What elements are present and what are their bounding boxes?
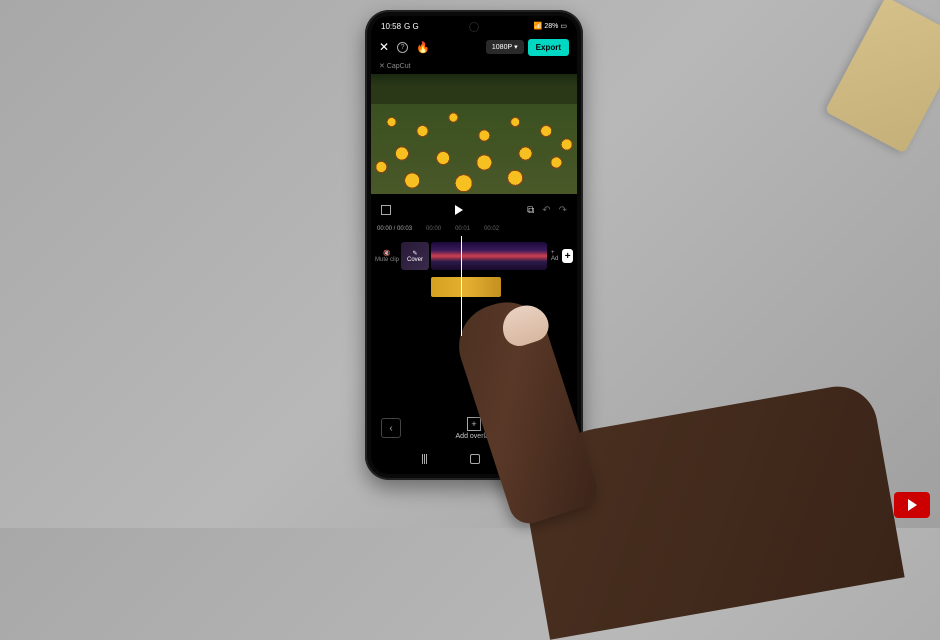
app-top-bar: ✕ ? 🔥 1080P ▾ Export bbox=[371, 34, 577, 60]
background-prop bbox=[825, 0, 940, 154]
help-icon[interactable]: ? bbox=[397, 42, 408, 53]
ruler-tick: 00:00 bbox=[426, 226, 441, 232]
app-logo: ✕ CapCut bbox=[371, 60, 577, 74]
cover-label: Cover bbox=[407, 257, 423, 263]
export-button[interactable]: Export bbox=[528, 39, 569, 56]
redo-icon[interactable]: ↷ bbox=[559, 205, 567, 216]
add-overlay-icon: + bbox=[467, 417, 481, 431]
timeline-ruler: 00:00 / 00:03 00:00 00:01 00:02 bbox=[371, 222, 577, 236]
current-time: 00:00 bbox=[377, 226, 392, 232]
fullscreen-icon[interactable] bbox=[381, 205, 391, 215]
undo-icon[interactable]: ↶ bbox=[542, 205, 550, 216]
youtube-watermark bbox=[894, 492, 930, 518]
status-signal-icon: 📶 bbox=[534, 22, 543, 30]
back-button[interactable]: ‹ bbox=[381, 418, 401, 438]
camera-notch bbox=[469, 22, 479, 32]
pip-icon[interactable]: ⧉ bbox=[527, 205, 534, 216]
battery-icon: ▭ bbox=[560, 22, 567, 30]
overlay-clip[interactable] bbox=[431, 277, 501, 297]
android-nav-bar: ‹ bbox=[371, 448, 577, 470]
main-clip[interactable] bbox=[431, 242, 547, 270]
chevron-down-icon: ▾ bbox=[514, 43, 518, 51]
status-time: 10:58 bbox=[381, 22, 401, 31]
nav-back-icon[interactable]: ‹ bbox=[522, 454, 525, 465]
player-controls: ⧉ ↶ ↷ bbox=[371, 194, 577, 222]
mute-clip-button[interactable]: 🔇 Mute clip bbox=[375, 250, 399, 263]
add-overlay-label: Add overlay bbox=[456, 433, 493, 440]
nav-recents-icon[interactable] bbox=[422, 454, 427, 464]
status-battery-pct: 28% bbox=[544, 23, 558, 30]
status-network-icon: G G bbox=[404, 22, 419, 31]
ruler-tick: 00:02 bbox=[484, 226, 499, 232]
resolution-selector[interactable]: 1080P ▾ bbox=[486, 40, 524, 54]
phone-screen: 10:58 G G 📶 28% ▭ ✕ ? 🔥 1080P ▾ Export bbox=[371, 16, 577, 474]
mute-label: Mute clip bbox=[375, 257, 399, 263]
timeline[interactable]: 🔇 Mute clip ✎ Cover + Ad + bbox=[371, 236, 577, 336]
video-preview[interactable] bbox=[371, 74, 577, 194]
plus-icon: + bbox=[562, 249, 573, 263]
bottom-toolbar: ‹ + Add overlay bbox=[371, 408, 577, 448]
add-clip-label: + Ad bbox=[551, 250, 560, 262]
resolution-label: 1080P bbox=[492, 44, 512, 51]
speaker-muted-icon: 🔇 bbox=[375, 250, 399, 257]
pencil-icon: ✎ bbox=[412, 250, 417, 257]
flame-icon[interactable]: 🔥 bbox=[416, 41, 430, 54]
total-time: 00:03 bbox=[397, 226, 412, 232]
nav-home-icon[interactable] bbox=[470, 454, 480, 464]
preview-content bbox=[371, 104, 577, 194]
play-icon[interactable] bbox=[455, 205, 463, 215]
phone-frame: 10:58 G G 📶 28% ▭ ✕ ? 🔥 1080P ▾ Export bbox=[365, 10, 583, 480]
playhead[interactable] bbox=[461, 236, 462, 336]
play-icon bbox=[908, 499, 917, 511]
add-clip-button[interactable]: + Ad + bbox=[551, 249, 573, 263]
close-icon[interactable]: ✕ bbox=[379, 40, 389, 54]
ruler-tick: 00:01 bbox=[455, 226, 470, 232]
add-overlay-button[interactable]: + Add overlay bbox=[401, 417, 547, 440]
cover-button[interactable]: ✎ Cover bbox=[401, 242, 429, 270]
